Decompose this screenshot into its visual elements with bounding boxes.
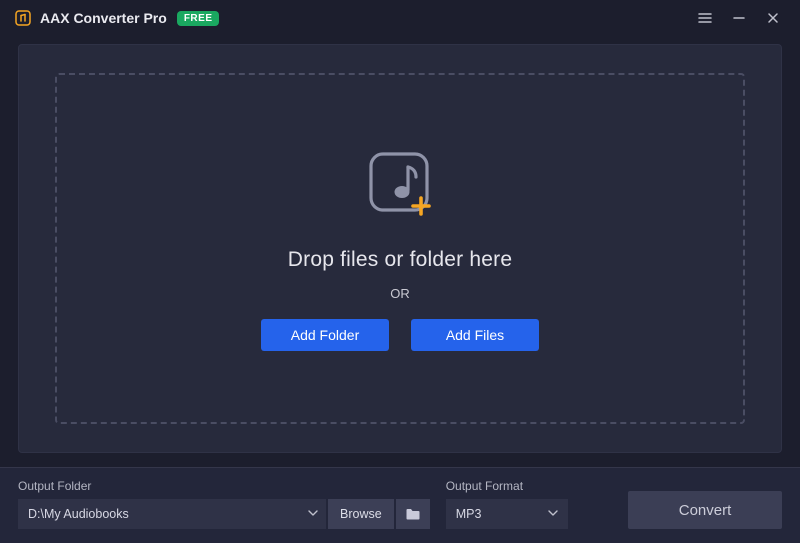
minimize-button[interactable] bbox=[722, 4, 756, 32]
app-title: AAX Converter Pro bbox=[40, 10, 167, 26]
folder-icon bbox=[405, 506, 421, 522]
open-folder-button[interactable] bbox=[396, 499, 430, 529]
drop-heading: Drop files or folder here bbox=[288, 248, 512, 272]
output-folder-group: Output Folder Browse bbox=[18, 479, 430, 529]
bottom-bar: Output Folder Browse Output Format MP3 bbox=[0, 467, 800, 543]
browse-button[interactable]: Browse bbox=[328, 499, 394, 529]
close-button[interactable] bbox=[756, 4, 790, 32]
drop-or-text: OR bbox=[390, 286, 410, 301]
add-folder-button[interactable]: Add Folder bbox=[261, 319, 389, 351]
caret-down-icon bbox=[548, 507, 558, 521]
output-folder-label: Output Folder bbox=[18, 479, 430, 493]
menu-button[interactable] bbox=[688, 4, 722, 32]
free-badge: FREE bbox=[177, 11, 220, 26]
output-folder-input[interactable] bbox=[18, 499, 326, 529]
titlebar: AAX Converter Pro FREE bbox=[0, 0, 800, 36]
app-logo-icon bbox=[14, 9, 32, 27]
content-panel: Drop files or folder here OR Add Folder … bbox=[18, 44, 782, 453]
minimize-icon bbox=[733, 12, 745, 24]
dropzone[interactable]: Drop files or folder here OR Add Folder … bbox=[55, 73, 745, 424]
add-files-button[interactable]: Add Files bbox=[411, 319, 539, 351]
output-format-value: MP3 bbox=[456, 507, 482, 521]
hamburger-icon bbox=[698, 11, 712, 25]
output-format-group: Output Format MP3 bbox=[446, 479, 568, 529]
output-folder-select[interactable] bbox=[18, 499, 326, 529]
drop-music-icon bbox=[362, 147, 438, 228]
drop-buttons: Add Folder Add Files bbox=[261, 319, 539, 351]
close-icon bbox=[767, 12, 779, 24]
output-format-select[interactable]: MP3 bbox=[446, 499, 568, 529]
output-format-label: Output Format bbox=[446, 479, 568, 493]
convert-button[interactable]: Convert bbox=[628, 491, 782, 529]
main-area: Drop files or folder here OR Add Folder … bbox=[0, 36, 800, 467]
